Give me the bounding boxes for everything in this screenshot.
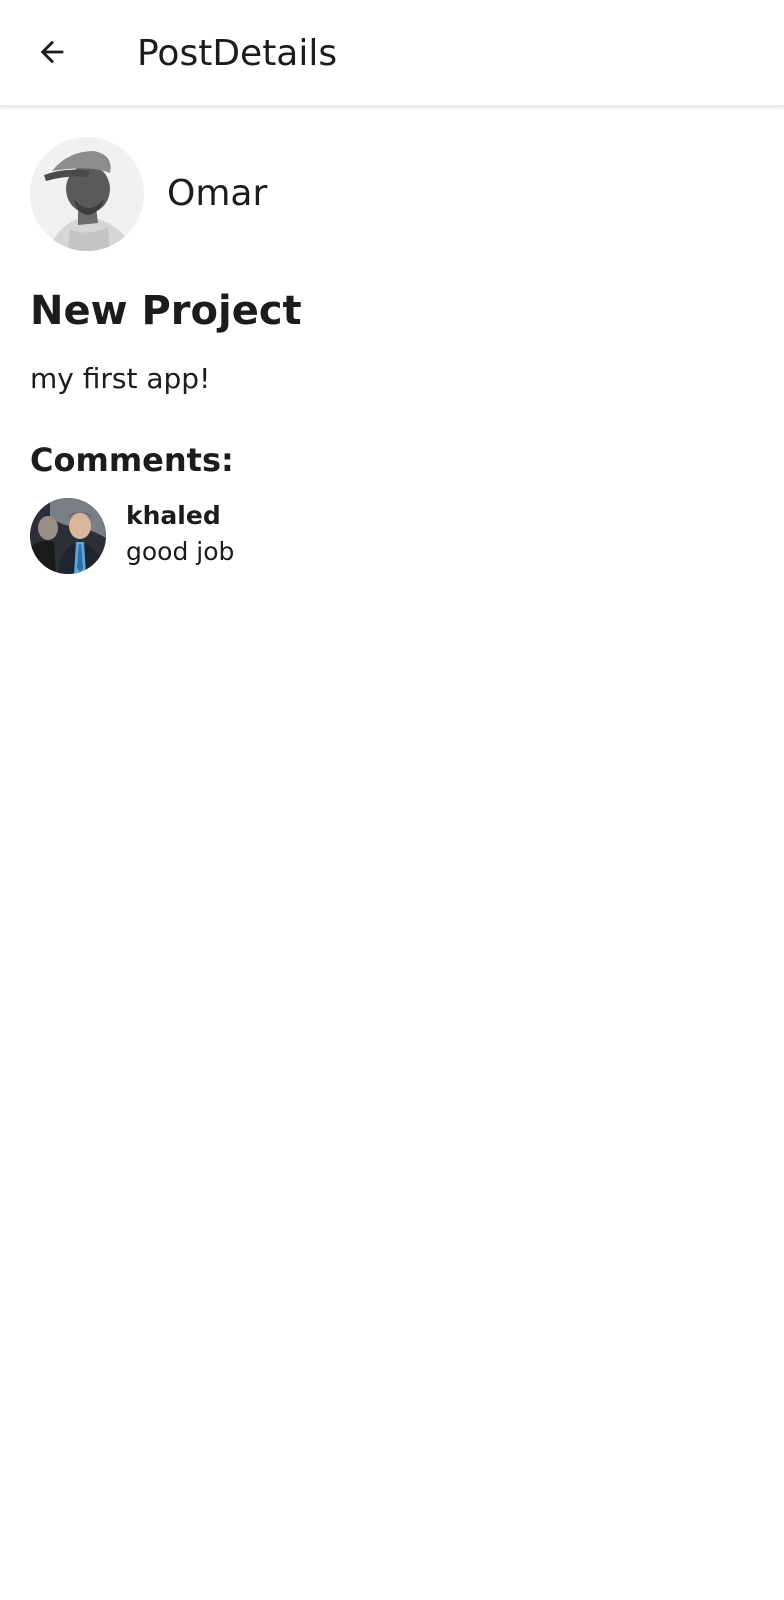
app-bar: PostDetails	[0, 0, 784, 106]
post-title: New Project	[30, 288, 302, 334]
arrow-left-icon	[35, 35, 69, 73]
comment-item[interactable]: khaled good job	[30, 498, 730, 578]
comment-avatar[interactable]	[30, 498, 106, 574]
author-avatar[interactable]	[30, 137, 144, 251]
author-name[interactable]: Omar	[167, 172, 267, 216]
comment-text: good job	[126, 537, 235, 566]
back-button[interactable]	[24, 26, 80, 82]
comments-heading: Comments:	[30, 441, 234, 479]
comment-author: khaled	[126, 501, 221, 530]
post-body: my first app!	[30, 362, 211, 395]
post-details-screen: PostDetails Omar New Project my first ap…	[0, 0, 784, 1600]
page-title: PostDetails	[137, 33, 338, 74]
